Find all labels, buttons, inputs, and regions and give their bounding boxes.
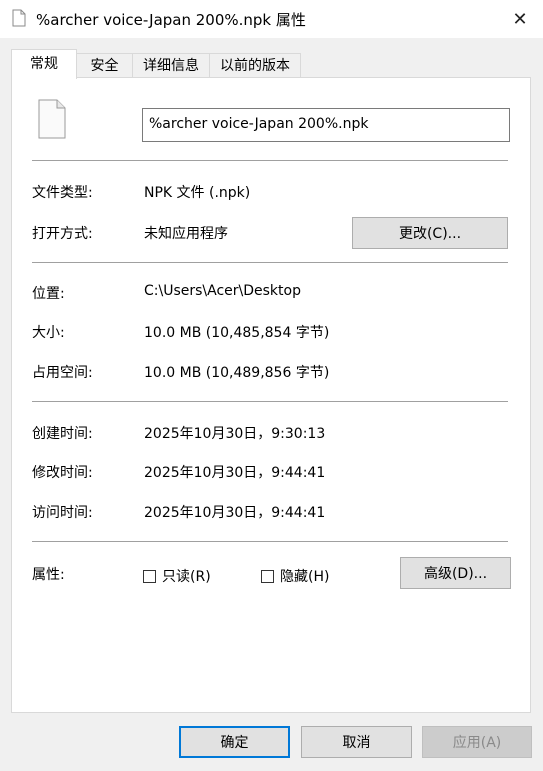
accessed-label: 访问时间:	[32, 505, 93, 521]
tab-label: 常规	[30, 56, 58, 72]
checkbox-box[interactable]	[143, 569, 156, 583]
divider	[32, 541, 508, 542]
divider	[32, 401, 508, 402]
created-label: 创建时间:	[32, 426, 93, 442]
location-value: C:\Users\Acer\Desktop	[144, 283, 301, 299]
location-label: 位置:	[32, 286, 65, 302]
tab-general[interactable]: 常规	[11, 49, 77, 79]
size-on-disk-value: 10.0 MB (10,489,856 字节)	[144, 365, 330, 381]
accessed-value: 2025年10月30日，9:44:41	[144, 505, 326, 521]
tab-label: 安全	[90, 58, 119, 74]
ok-button[interactable]: 确定	[179, 726, 290, 758]
file-type-value: NPK 文件 (.npk)	[144, 185, 251, 201]
button-label: 更改(C)...	[398, 226, 462, 242]
tab-details[interactable]: 详细信息	[132, 53, 210, 77]
button-label: 确定	[220, 735, 249, 751]
apply-button[interactable]: 应用(A)	[422, 726, 532, 758]
tab-label: 详细信息	[143, 58, 199, 74]
close-icon: ✕	[512, 8, 528, 30]
readonly-checkbox[interactable]: 只读(R)	[143, 566, 211, 586]
tab-previous-versions[interactable]: 以前的版本	[209, 53, 301, 77]
attributes-label: 属性:	[32, 567, 65, 583]
checkbox-box[interactable]	[261, 569, 274, 583]
close-button[interactable]: ✕	[497, 0, 543, 38]
general-panel	[11, 77, 531, 713]
checkbox-label: 隐藏(H)	[280, 569, 330, 585]
tab-security[interactable]: 安全	[76, 53, 133, 77]
modified-value: 2025年10月30日，9:44:41	[144, 465, 326, 481]
advanced-button[interactable]: 高级(D)...	[400, 557, 511, 589]
hidden-checkbox[interactable]: 隐藏(H)	[261, 566, 329, 586]
window-title: %archer voice-Japan 200%.npk 属性	[36, 11, 306, 29]
button-label: 高级(D)...	[423, 566, 488, 582]
change-button[interactable]: 更改(C)...	[352, 217, 508, 249]
created-value: 2025年10月30日，9:30:13	[144, 426, 326, 442]
cancel-button[interactable]: 取消	[301, 726, 412, 758]
file-icon	[38, 99, 66, 139]
divider	[32, 160, 508, 161]
filename-input[interactable]: %archer voice-Japan 200%.npk	[142, 108, 510, 142]
file-icon	[12, 9, 26, 27]
size-value: 10.0 MB (10,485,854 字节)	[144, 325, 330, 341]
title-bar: %archer voice-Japan 200%.npk 属性 ✕	[0, 0, 543, 38]
button-label: 取消	[342, 735, 371, 751]
divider	[32, 262, 508, 263]
button-label: 应用(A)	[452, 735, 502, 751]
size-label: 大小:	[32, 325, 65, 341]
tab-label: 以前的版本	[220, 58, 290, 74]
size-on-disk-label: 占用空间:	[32, 365, 93, 381]
modified-label: 修改时间:	[32, 465, 93, 481]
open-with-label: 打开方式:	[32, 226, 93, 242]
open-with-value: 未知应用程序	[144, 226, 228, 242]
file-type-label: 文件类型:	[32, 185, 93, 201]
checkbox-label: 只读(R)	[162, 569, 211, 585]
